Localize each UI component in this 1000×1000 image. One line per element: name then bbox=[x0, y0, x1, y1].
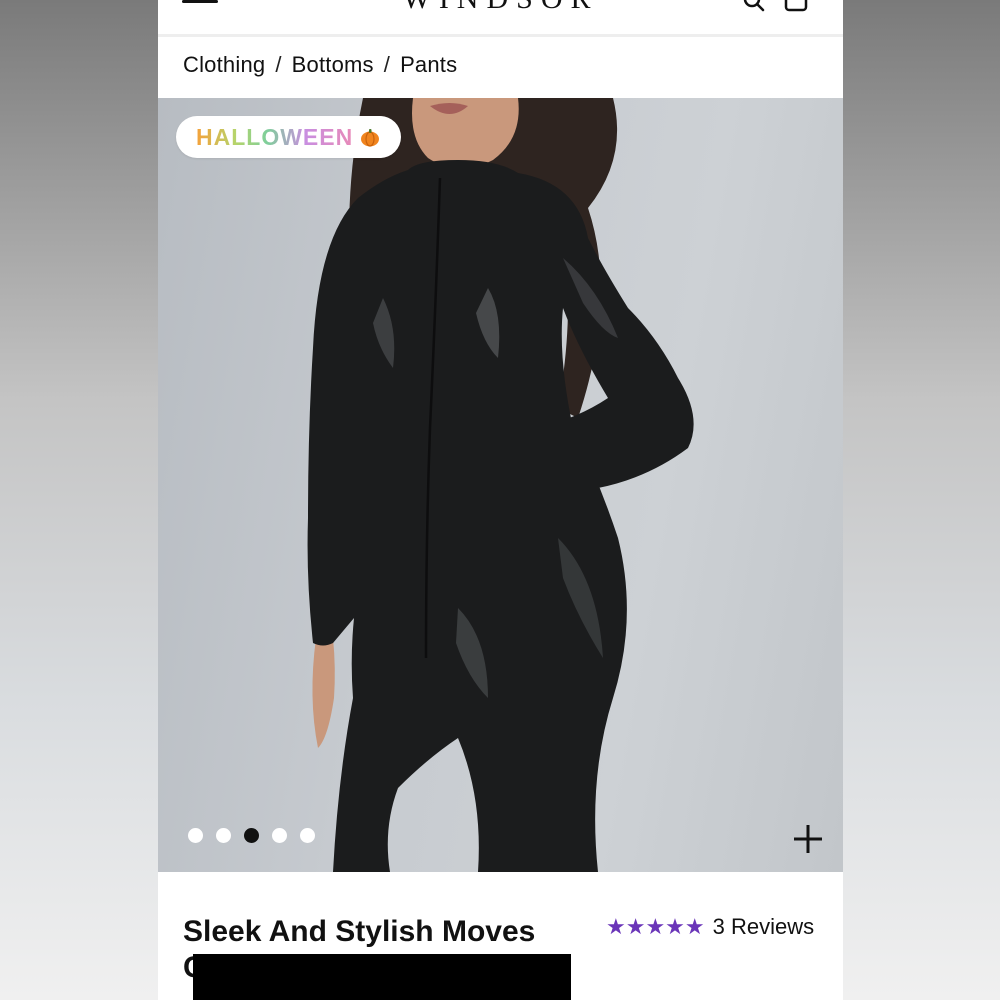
carousel-dot-5[interactable] bbox=[300, 828, 315, 843]
top-navigation-bar: WINDSOR bbox=[158, 0, 843, 37]
product-info: Sleek And Stylish Moves Catsuit ★★★★★ 3 … bbox=[158, 872, 843, 1000]
search-icon[interactable] bbox=[743, 0, 765, 12]
halloween-badge[interactable]: HALLOWEEN bbox=[176, 116, 402, 158]
breadcrumb-separator: / bbox=[383, 52, 391, 77]
plus-icon[interactable] bbox=[792, 823, 824, 855]
brand-logo[interactable]: WINDSOR bbox=[158, 0, 843, 16]
shopping-bag-icon[interactable] bbox=[783, 0, 809, 12]
breadcrumb-clothing[interactable]: Clothing bbox=[183, 52, 265, 78]
redaction-bar bbox=[193, 954, 571, 1000]
product-rating[interactable]: ★★★★★ 3 Reviews bbox=[606, 914, 814, 940]
star-rating-icon: ★★★★★ bbox=[606, 914, 705, 939]
pumpkin-icon bbox=[361, 129, 380, 147]
catsuit-shape bbox=[307, 160, 694, 872]
breadcrumb-pants[interactable]: Pants bbox=[400, 52, 457, 78]
carousel-indicators bbox=[188, 828, 315, 843]
background-blur-left bbox=[0, 0, 158, 1000]
background-blur-right bbox=[843, 0, 1000, 1000]
breadcrumb: Clothing / Bottoms / Pants bbox=[183, 50, 457, 80]
mobile-page: WINDSOR Clothing / Bottoms / Pants bbox=[158, 0, 843, 1000]
breadcrumb-separator: / bbox=[275, 52, 282, 77]
breadcrumb-bottoms[interactable]: Bottoms bbox=[292, 52, 374, 78]
carousel-dot-4[interactable] bbox=[272, 828, 287, 843]
left-hand-shape bbox=[312, 638, 335, 748]
carousel-dot-1[interactable] bbox=[188, 828, 203, 843]
reviews-count: 3 Reviews bbox=[712, 914, 815, 939]
carousel-dot-3[interactable] bbox=[244, 828, 259, 843]
badge-label: HALLOWEEN bbox=[196, 123, 354, 150]
carousel-dot-2[interactable] bbox=[216, 828, 231, 843]
product-image-carousel[interactable]: HALLOWEEN bbox=[158, 98, 843, 872]
product-photo bbox=[307, 98, 694, 872]
